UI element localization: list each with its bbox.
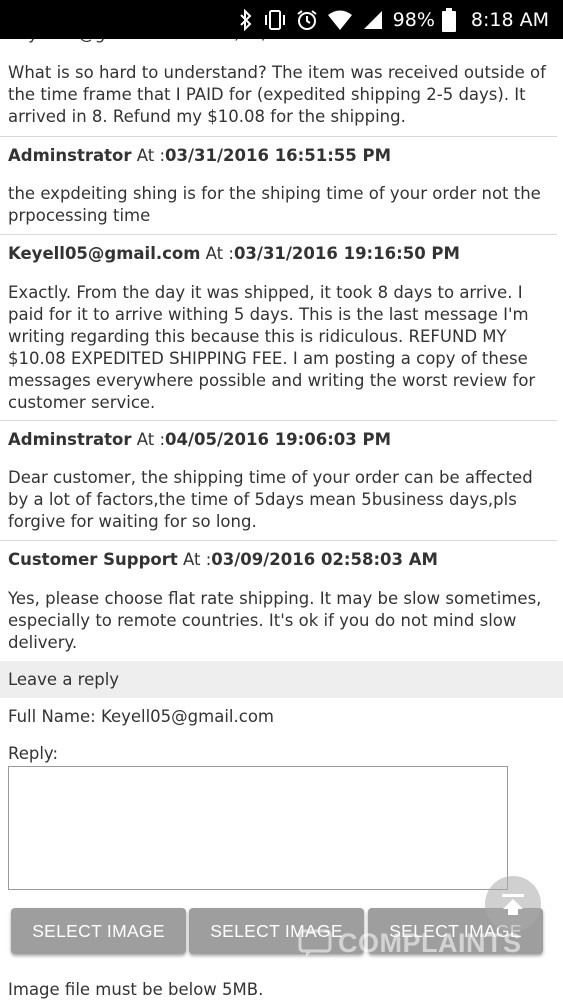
message-timestamp: 03/31/2016 19:16:50 PM [233,244,460,263]
battery-icon [441,7,456,32]
reply-label: Reply: [8,744,59,763]
signal-icon [362,9,384,31]
message-header: Adminstrator At :04/05/2016 19:06:03 PM [8,430,391,449]
status-bar: 98% 8:18 AM [0,0,563,39]
message-at-label: At : [131,146,166,165]
image-size-note: Image file must be below 5MB. [8,980,264,999]
vibrate-icon [263,9,287,31]
select-image-button-2[interactable]: SELECT IMAGE [189,908,364,954]
reply-section-title: Leave a reply [8,670,120,689]
message-body: Yes, please choose flat rate shipping. I… [8,589,542,652]
select-image-button-1[interactable]: SELECT IMAGE [11,908,186,954]
message-header: Adminstrator At :03/31/2016 16:51:55 PM [8,146,391,165]
reply-section-header: Leave a reply [0,661,563,698]
message-body: the expdeiting shing is for the shiping … [8,184,541,225]
scroll-to-top-button[interactable] [485,876,541,932]
message-body: Exactly. From the day it was shipped, it… [8,283,536,412]
message-at-label: At : [177,550,212,569]
message-header: Keyell05@gmail.com At :03/31/2016 19:16:… [8,244,460,263]
message-at-label: At : [200,244,234,263]
message-timestamp: 04/05/2016 19:06:03 PM [165,430,392,449]
alarm-icon [296,9,318,31]
arrow-up-icon [502,894,524,915]
message-author: Adminstrator [8,430,132,449]
message-at-label: At : [131,430,166,449]
bluetooth-icon [238,8,254,31]
wifi-icon [327,9,353,31]
message-timestamp: 03/31/2016 16:51:55 PM [165,146,392,165]
message-author: Adminstrator [8,146,132,165]
clock: 8:18 AM [470,8,549,31]
battery-percent: 98% [392,8,435,31]
message-timestamp: 03/09/2016 02:58:03 AM [211,550,438,569]
reply-textarea[interactable] [8,766,508,890]
message-header: Customer Support At :03/09/2016 02:58:03… [8,550,438,569]
message-divider [0,540,557,541]
message-body: Dear customer, the shipping time of your… [8,468,533,531]
message-divider [0,420,557,421]
message-divider [0,234,557,235]
message-divider [0,136,557,137]
message-author: Customer Support [8,550,178,569]
full-name-label: Full Name: Keyell05@gmail.com [8,707,274,726]
message-body: What is so hard to understand? The item … [8,63,546,126]
message-author: Keyell05@gmail.com [8,244,201,263]
